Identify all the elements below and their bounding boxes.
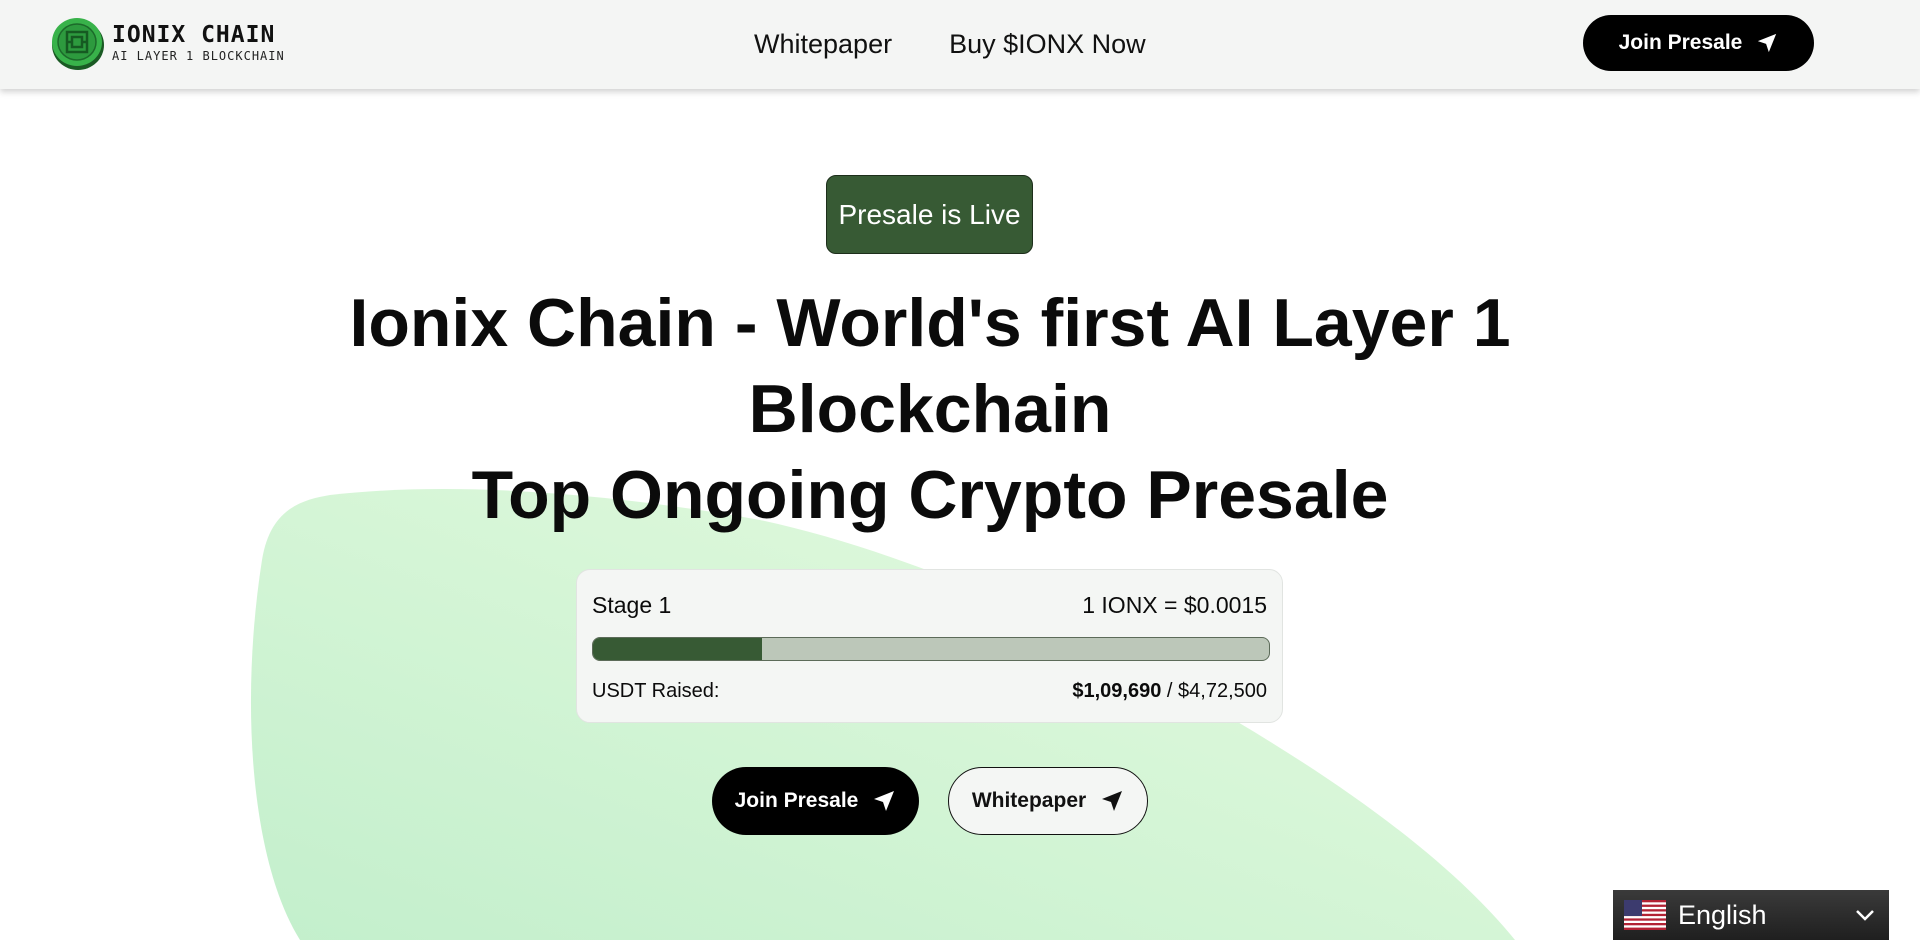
presale-stage: Stage 1 — [592, 592, 672, 618]
nav-link-buy-ionx[interactable]: Buy $IONX Now — [949, 24, 1146, 64]
language-selector[interactable]: English — [1613, 890, 1889, 940]
presale-stage-row: Stage 1 1 IONX = $0.0015 — [592, 592, 1267, 619]
hero-title-line-2: Blockchain — [748, 371, 1112, 447]
header-join-presale-button[interactable]: Join Presale — [1583, 15, 1814, 71]
send-icon — [1758, 33, 1777, 53]
presale-progress-card: Stage 1 1 IONX = $0.0015 USDT Raised: $1… — [576, 569, 1283, 723]
send-icon — [874, 791, 895, 811]
raised-label: USDT Raised: — [592, 680, 720, 702]
logo[interactable]: IONIX CHAIN AI LAYER 1 BLOCKCHAIN — [50, 14, 285, 72]
presale-progress-bar — [592, 637, 1270, 661]
presale-price: 1 IONX = $0.0015 — [1082, 592, 1267, 618]
nav-link-whitepaper[interactable]: Whitepaper — [754, 24, 892, 64]
main-nav: Whitepaper Buy $IONX Now — [754, 24, 1146, 64]
raised-amount: $1,09,690 — [1072, 680, 1162, 702]
join-presale-label: Join Presale — [734, 789, 859, 812]
whitepaper-button[interactable]: Whitepaper — [948, 767, 1148, 835]
language-label: English — [1678, 899, 1767, 930]
presale-live-badge: Presale is Live — [826, 175, 1033, 254]
hero-title: Ionix Chain - World's first AI Layer 1 B… — [260, 280, 1600, 538]
ionix-logo-icon — [52, 18, 104, 70]
send-icon — [1102, 791, 1123, 811]
whitepaper-label: Whitepaper — [971, 789, 1087, 812]
logo-subtitle: AI LAYER 1 BLOCKCHAIN — [112, 49, 285, 63]
hero-title-line-3: Top Ongoing Crypto Presale — [471, 457, 1389, 533]
raised-goal: $4,72,500 — [1178, 680, 1267, 702]
header-join-presale-label: Join Presale — [1618, 31, 1743, 54]
raised-value: $1,09,690 / $4,72,500 — [1072, 680, 1267, 703]
logo-text: IONIX CHAIN AI LAYER 1 BLOCKCHAIN — [112, 22, 285, 64]
hero-title-line-1: Ionix Chain - World's first AI Layer 1 — [349, 285, 1511, 361]
presale-raised-row: USDT Raised: $1,09,690 / $4,72,500 — [592, 680, 1267, 703]
raised-separator: / — [1161, 680, 1179, 702]
site-header: IONIX CHAIN AI LAYER 1 BLOCKCHAIN Whitep… — [0, 0, 1920, 89]
presale-progress-fill — [593, 638, 762, 660]
logo-title: IONIX CHAIN — [112, 22, 276, 48]
us-flag-icon — [1624, 900, 1666, 930]
page: IONIX CHAIN AI LAYER 1 BLOCKCHAIN Whitep… — [0, 0, 1920, 940]
join-presale-button[interactable]: Join Presale — [712, 767, 919, 835]
chevron-down-icon — [1856, 910, 1874, 921]
